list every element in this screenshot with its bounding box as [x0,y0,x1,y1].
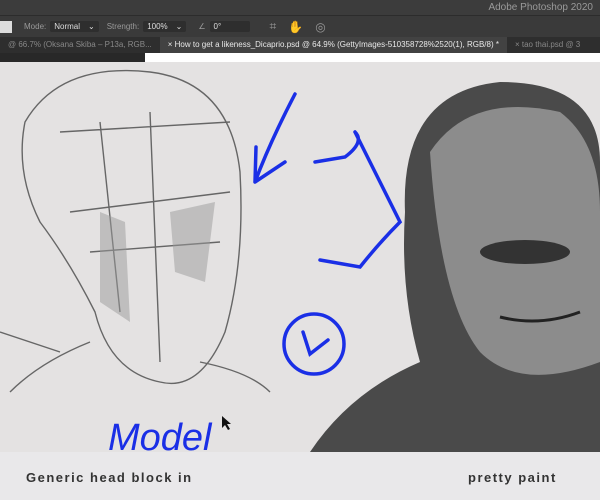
tab-label: tao thai.psd @ 3 [521,40,581,49]
chevron-down-icon: ⌄ [88,22,95,31]
close-icon[interactable]: × [515,40,522,49]
options-bar: Mode: Normal ⌄ Strength: 100% ⌄ ∠ 0° ⌗ ✋ ◎ [0,15,600,37]
strength-input[interactable]: 100% ⌄ [143,21,187,32]
angle-value: 0° [213,22,222,31]
artwork: Model [0,62,600,500]
tab-label: @ 66.7% (Oksana Skiba – P13a, RGB... [8,40,152,49]
caption-right: pretty paint [468,470,557,485]
title-bar: Adobe Photoshop 2020 [0,0,600,15]
ruler [145,53,600,62]
tab-dicaprio[interactable]: × How to get a likeness_Dicaprio.psd @ 6… [159,37,507,53]
close-icon[interactable]: × [168,40,175,49]
angle-icon: ∠ [198,22,206,31]
app-title: Adobe Photoshop 2020 [488,2,593,13]
mode-value: Normal [54,22,81,31]
smudge-tool-icon[interactable] [0,20,12,33]
sample-all-layers-icon[interactable]: ⌗ [270,19,277,34]
chevron-down-icon: ⌄ [175,22,183,31]
caption-left: Generic head block in [26,470,193,485]
tab-label: How to get a likeness_Dicaprio.psd @ 64.… [174,40,499,49]
pressure-icon[interactable]: ◎ [315,20,325,34]
tab-oksana[interactable]: @ 66.7% (Oksana Skiba – P13a, RGB... [0,37,160,53]
mode-select[interactable]: Normal ⌄ [50,21,99,32]
mode-label: Mode: [24,22,47,31]
handwriting-model: Model [108,417,213,459]
document-canvas[interactable]: Model Generic head block in pretty paint [0,62,600,500]
strength-value: 100% [147,22,168,31]
angle-input[interactable]: 0° [209,21,250,32]
tab-tao-thai[interactable]: × tao thai.psd @ 3 [507,37,588,53]
strength-label: Strength: [106,22,140,31]
document-tabs: @ 66.7% (Oksana Skiba – P13a, RGB... × H… [0,37,600,53]
finger-painting-icon[interactable]: ✋ [288,20,303,34]
